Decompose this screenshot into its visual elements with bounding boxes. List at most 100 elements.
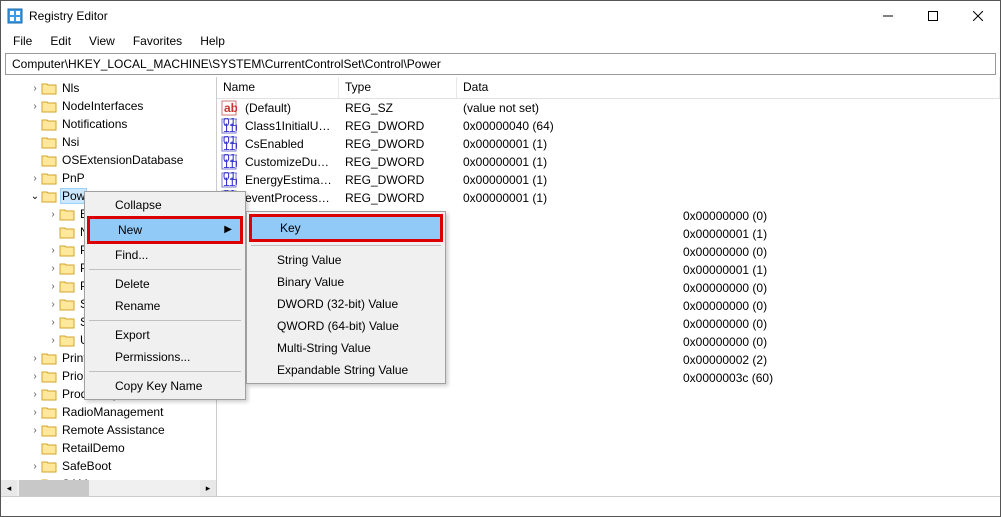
expand-chevron-icon[interactable]: ›: [47, 281, 59, 292]
col-name[interactable]: Name: [217, 77, 339, 98]
expand-chevron-icon[interactable]: ›: [29, 425, 41, 436]
expand-chevron-icon[interactable]: ›: [47, 209, 59, 220]
value-data: 0x00000001 (1): [677, 227, 1000, 241]
folder-icon: [59, 243, 75, 257]
menu-favorites[interactable]: Favorites: [125, 32, 190, 50]
menu-item[interactable]: DWORD (32-bit) Value: [249, 293, 443, 315]
scroll-left-icon[interactable]: ◂: [1, 480, 17, 496]
expand-chevron-icon[interactable]: ›: [29, 101, 41, 112]
menu-separator: [89, 371, 241, 372]
window-title: Registry Editor: [29, 9, 865, 23]
menu-item-label: DWORD (32-bit) Value: [277, 297, 398, 311]
menu-edit[interactable]: Edit: [42, 32, 79, 50]
value-name: EnergyEstimatio...: [239, 173, 339, 187]
scroll-thumb[interactable]: [19, 480, 89, 496]
value-row[interactable]: ab(Default)REG_SZ(value not set): [217, 99, 1000, 117]
menu-item[interactable]: Permissions...: [87, 346, 243, 368]
menu-item[interactable]: Find...: [87, 244, 243, 266]
scroll-right-icon[interactable]: ▸: [200, 480, 216, 496]
folder-icon: [41, 423, 57, 437]
tree-item[interactable]: ›NodeInterfaces: [1, 97, 216, 115]
tree-item[interactable]: Notifications: [1, 115, 216, 133]
svg-text:110: 110: [223, 121, 237, 134]
submenu-arrow-icon: ▶: [224, 224, 232, 235]
value-row[interactable]: 011110Class1InitialUnp...REG_DWORD0x0000…: [217, 117, 1000, 135]
expand-chevron-icon[interactable]: ›: [29, 173, 41, 184]
value-data: 0x00000001 (1): [677, 263, 1000, 277]
expand-chevron-icon[interactable]: ›: [29, 407, 41, 418]
value-row[interactable]: 011110eventProcessorE...REG_DWORD0x00000…: [217, 189, 1000, 207]
value-type-icon: 011110: [221, 154, 237, 170]
value-data: (value not set): [457, 101, 1000, 115]
expand-chevron-icon[interactable]: ›: [29, 353, 41, 364]
tree-item[interactable]: ›PnP: [1, 169, 216, 187]
tree-item-label: Remote Assistance: [60, 423, 167, 437]
folder-icon: [41, 405, 57, 419]
value-data: 0x00000000 (0): [677, 299, 1000, 313]
menu-view[interactable]: View: [81, 32, 123, 50]
menu-file[interactable]: File: [5, 32, 40, 50]
minimize-button[interactable]: [865, 1, 910, 31]
expand-chevron-icon[interactable]: ⌄: [29, 191, 41, 202]
expand-chevron-icon[interactable]: ›: [29, 389, 41, 400]
menu-separator: [251, 245, 441, 246]
menu-item-label: Find...: [115, 248, 148, 262]
tree-item-label: Nls: [60, 81, 81, 95]
value-data: 0x00000002 (2): [677, 353, 1000, 367]
expand-chevron-icon[interactable]: ›: [29, 461, 41, 472]
context-menu[interactable]: Collapse New ▶ Find... Delete Rename Export Per…: [84, 191, 246, 400]
menu-item-label: String Value: [277, 253, 341, 267]
value-data: 0x00000001 (1): [457, 191, 1000, 205]
value-name: CustomizeDurin...: [239, 155, 339, 169]
menu-item-label: Permissions...: [115, 350, 190, 364]
value-row[interactable]: 011110EnergyEstimatio...REG_DWORD0x00000…: [217, 171, 1000, 189]
menu-item[interactable]: QWORD (64-bit) Value: [249, 315, 443, 337]
folder-icon: [59, 279, 75, 293]
col-data[interactable]: Data: [457, 77, 1000, 98]
menu-item[interactable]: Key: [249, 214, 443, 242]
tree-item[interactable]: › Remote Assistance: [1, 421, 216, 439]
menu-item[interactable]: Expandable String Value: [249, 359, 443, 381]
menu-item-label: Copy Key Name: [115, 379, 202, 393]
menu-item[interactable]: Collapse: [87, 194, 243, 216]
menu-item[interactable]: String Value: [249, 249, 443, 271]
menu-item-label: New: [118, 223, 142, 237]
col-type[interactable]: Type: [339, 77, 457, 98]
tree-item[interactable]: › Nls: [1, 79, 216, 97]
close-button[interactable]: [955, 1, 1000, 31]
menu-item[interactable]: Rename: [87, 295, 243, 317]
expand-chevron-icon[interactable]: ›: [47, 317, 59, 328]
tree-hscrollbar[interactable]: ◂ ▸: [1, 480, 216, 496]
tree-item-label: RetailDemo: [60, 441, 127, 455]
menu-item[interactable]: Multi-String Value: [249, 337, 443, 359]
menu-item[interactable]: New ▶: [87, 216, 243, 244]
value-row[interactable]: 011110CsEnabledREG_DWORD0x00000001 (1): [217, 135, 1000, 153]
value-data: 0x00000000 (0): [677, 335, 1000, 349]
menu-item[interactable]: Copy Key Name: [87, 375, 243, 397]
address-bar[interactable]: Computer\HKEY_LOCAL_MACHINE\SYSTEM\Curre…: [5, 53, 996, 75]
expand-chevron-icon[interactable]: ›: [47, 263, 59, 274]
svg-text:110: 110: [223, 175, 237, 188]
folder-icon: [41, 441, 57, 455]
context-submenu-new[interactable]: Key String Value Binary Value DWORD (32-bit…: [246, 211, 446, 384]
expand-chevron-icon[interactable]: ›: [47, 335, 59, 346]
menu-item-label: Rename: [115, 299, 160, 313]
value-row[interactable]: 011110CustomizeDurin...REG_DWORD0x000000…: [217, 153, 1000, 171]
tree-item[interactable]: ›RadioManagement: [1, 403, 216, 421]
menu-help[interactable]: Help: [192, 32, 233, 50]
expand-chevron-icon[interactable]: ›: [29, 371, 41, 382]
expand-chevron-icon[interactable]: ›: [29, 83, 41, 94]
titlebar: Registry Editor: [1, 1, 1000, 31]
tree-item[interactable]: OSExtensionDatabase: [1, 151, 216, 169]
folder-icon: [59, 261, 75, 275]
tree-item[interactable]: RetailDemo: [1, 439, 216, 457]
tree-item[interactable]: ›SafeBoot: [1, 457, 216, 475]
maximize-button[interactable]: [910, 1, 955, 31]
expand-chevron-icon[interactable]: ›: [47, 299, 59, 310]
menu-item[interactable]: Delete: [87, 273, 243, 295]
tree-item-label: Notifications: [60, 117, 129, 131]
menu-item[interactable]: Export: [87, 324, 243, 346]
menu-item[interactable]: Binary Value: [249, 271, 443, 293]
expand-chevron-icon[interactable]: ›: [47, 245, 59, 256]
tree-item[interactable]: Nsi: [1, 133, 216, 151]
